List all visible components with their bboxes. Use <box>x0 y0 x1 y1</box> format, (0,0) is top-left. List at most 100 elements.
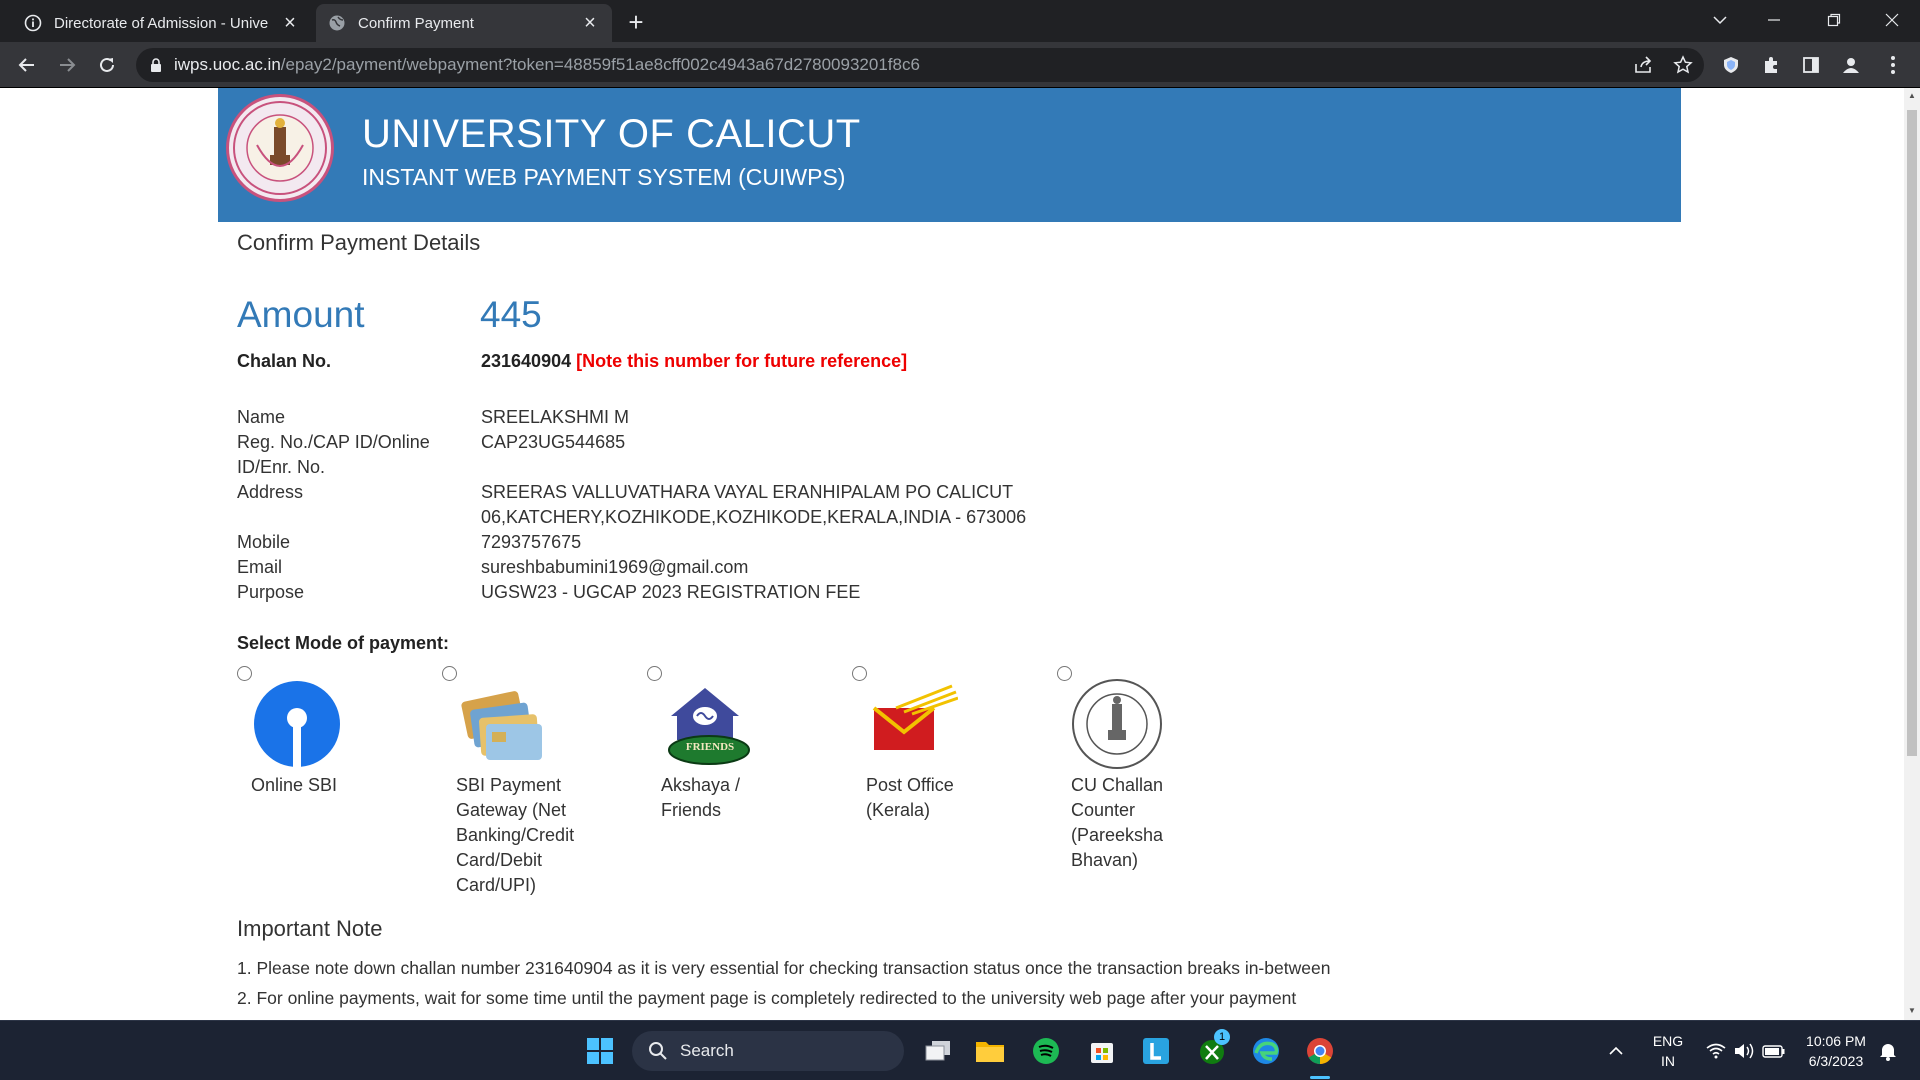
amount-value: 445 <box>480 294 542 335</box>
india-post-logo-icon[interactable] <box>866 678 959 770</box>
side-panel-icon[interactable] <box>1798 52 1824 78</box>
reg-label-line-1: Reg. No./CAP ID/Online <box>237 432 430 452</box>
extensions-puzzle-icon[interactable] <box>1758 52 1784 78</box>
tab-title: Confirm Payment <box>358 14 474 32</box>
volume-icon[interactable] <box>1728 1035 1760 1067</box>
browser-toolbar: iwps.uoc.ac.in/epay2/payment/webpayment?… <box>0 42 1920 88</box>
university-title: UNIVERSITY OF CALICUT <box>362 112 861 156</box>
mobile-value: 7293757675 <box>481 532 582 552</box>
email-value: sureshbabumini1969@gmail.com <box>481 557 749 577</box>
shield-extension-icon[interactable] <box>1718 52 1744 78</box>
chalan-number: 231640904 <box>481 351 572 371</box>
friends-logo-text: FRIENDS <box>685 741 735 753</box>
chalan-reference-note: [Note this number for future reference] <box>576 351 908 371</box>
radio-online-sbi[interactable] <box>237 666 252 681</box>
payment-option-caption: CU Challan Counter (Pareeksha Bhavan) <box>1071 775 1164 870</box>
close-window-button[interactable] <box>1872 0 1912 40</box>
bookmark-star-icon[interactable] <box>1670 52 1696 78</box>
profile-icon[interactable] <box>1838 52 1864 78</box>
info-icon <box>24 14 42 32</box>
notification-badge: 1 <box>1214 1029 1230 1045</box>
sbi-logo-icon[interactable] <box>251 678 343 770</box>
university-seal-icon[interactable] <box>1071 678 1163 770</box>
page-title: Confirm Payment Details <box>237 230 481 255</box>
close-icon[interactable]: × <box>280 12 300 34</box>
date: 6/3/2023 <box>1808 1053 1864 1069</box>
radio-cu-challan[interactable] <box>1057 666 1072 681</box>
tab-directorate[interactable]: Directorate of Admission - Unive × <box>12 4 312 42</box>
l-app-icon[interactable] <box>1140 1035 1172 1067</box>
address-line-1: SREERAS VALLUVATHARA VAYAL ERANHIPALAM P… <box>481 482 1014 502</box>
search-icon <box>648 1041 668 1061</box>
clock[interactable]: 10:06 PM 6/3/2023 <box>1796 1031 1876 1071</box>
start-windows-icon[interactable] <box>584 1035 616 1067</box>
new-tab-button[interactable]: + <box>622 7 650 37</box>
task-view-icon[interactable] <box>922 1035 954 1067</box>
back-button[interactable] <box>12 50 42 80</box>
scroll-up-arrow-icon[interactable]: ▲ <box>1907 91 1917 101</box>
time: 10:06 PM <box>1806 1033 1866 1049</box>
edge-icon[interactable] <box>1250 1035 1282 1067</box>
url-host: iwps.uoc.ac.in <box>174 55 281 74</box>
minimize-button[interactable] <box>1754 0 1794 40</box>
payment-mode-label: Select Mode of payment: <box>237 633 450 653</box>
reg-value: CAP23UG544685 <box>481 432 626 452</box>
search-label: Search <box>680 1041 734 1060</box>
friends-logo-icon[interactable]: FRIENDS <box>661 678 753 770</box>
important-note-heading: Important Note <box>237 916 383 941</box>
address-line-2: 06,KATCHERY,KOZHIKODE,KOZHIKODE,KERALA,I… <box>481 507 1027 527</box>
language-indicator[interactable]: ENG IN <box>1648 1031 1688 1071</box>
chalan-label: Chalan No. <box>237 351 332 371</box>
spotify-icon[interactable] <box>1030 1035 1062 1067</box>
windows-taskbar: Search 1 ENG IN 10:06 PM 6/3/2023 <box>0 1020 1920 1080</box>
university-logo <box>226 94 334 202</box>
reg-label: Reg. No./CAP ID/Online ID/Enr. No. <box>237 430 430 480</box>
purpose-label: Purpose <box>237 582 305 602</box>
lock-icon[interactable] <box>150 58 162 72</box>
active-app-indicator <box>1310 1076 1330 1079</box>
address-value: SREERAS VALLUVATHARA VAYAL ERANHIPALAM P… <box>481 480 1026 530</box>
credit-cards-icon[interactable] <box>456 678 548 770</box>
chrome-icon[interactable] <box>1304 1035 1336 1067</box>
file-explorer-icon[interactable] <box>974 1035 1006 1067</box>
page-scrollbar[interactable]: ▲ ▼ <box>1904 88 1920 1020</box>
address-label: Address <box>237 482 304 502</box>
reload-button[interactable] <box>92 50 122 80</box>
close-icon[interactable]: × <box>580 12 600 34</box>
chalan-row: 231640904 [Note this number for future r… <box>481 349 907 374</box>
header-banner: UNIVERSITY OF CALICUT INSTANT WEB PAYMEN… <box>218 88 1681 222</box>
radio-post-office[interactable] <box>852 666 867 681</box>
taskbar-search[interactable]: Search <box>632 1031 904 1071</box>
name-label: Name <box>237 407 286 427</box>
share-icon[interactable] <box>1630 52 1656 78</box>
email-label: Email <box>237 557 283 577</box>
payment-option-caption: Online SBI <box>251 775 338 795</box>
notification-bell-icon[interactable] <box>1872 1035 1904 1067</box>
battery-icon[interactable] <box>1758 1035 1790 1067</box>
reg-label-line-2: ID/Enr. No. <box>237 457 326 477</box>
tab-strip: Directorate of Admission - Unive × Confi… <box>0 0 1920 42</box>
show-hidden-icons-chevron-icon[interactable] <box>1600 1035 1632 1067</box>
purpose-value: UGSW23 - UGCAP 2023 REGISTRATION FEE <box>481 582 861 602</box>
payment-option-caption: Post Office (Kerala) <box>866 775 954 820</box>
mobile-label: Mobile <box>237 532 291 552</box>
name-value: SREELAKSHMI M <box>481 407 630 427</box>
scroll-down-arrow-icon[interactable]: ▼ <box>1907 1006 1917 1016</box>
forward-button[interactable] <box>52 50 82 80</box>
radio-sbi-gateway[interactable] <box>442 666 457 681</box>
restore-button[interactable] <box>1814 0 1854 40</box>
note-item: 1. Please note down challan number 23164… <box>237 958 1331 978</box>
scrollbar-thumb[interactable] <box>1907 110 1917 756</box>
globe-icon <box>328 14 346 32</box>
menu-kebab-icon[interactable] <box>1880 52 1906 78</box>
tab-title: Directorate of Admission - Unive <box>54 14 269 32</box>
amount-label: Amount <box>237 294 365 335</box>
payment-option-caption: SBI Payment Gateway (Net Banking/Credit … <box>456 775 575 895</box>
address-bar[interactable]: iwps.uoc.ac.in/epay2/payment/webpayment?… <box>136 48 1704 82</box>
tab-search-icon[interactable] <box>1700 0 1740 40</box>
radio-akshaya-friends[interactable] <box>647 666 662 681</box>
microsoft-store-icon[interactable] <box>1086 1035 1118 1067</box>
url-path: /epay2/payment/webpayment?token=48859f51… <box>280 55 920 74</box>
tab-confirm-payment[interactable]: Confirm Payment × <box>316 4 612 42</box>
xbox-icon[interactable]: 1 <box>1196 1029 1230 1067</box>
